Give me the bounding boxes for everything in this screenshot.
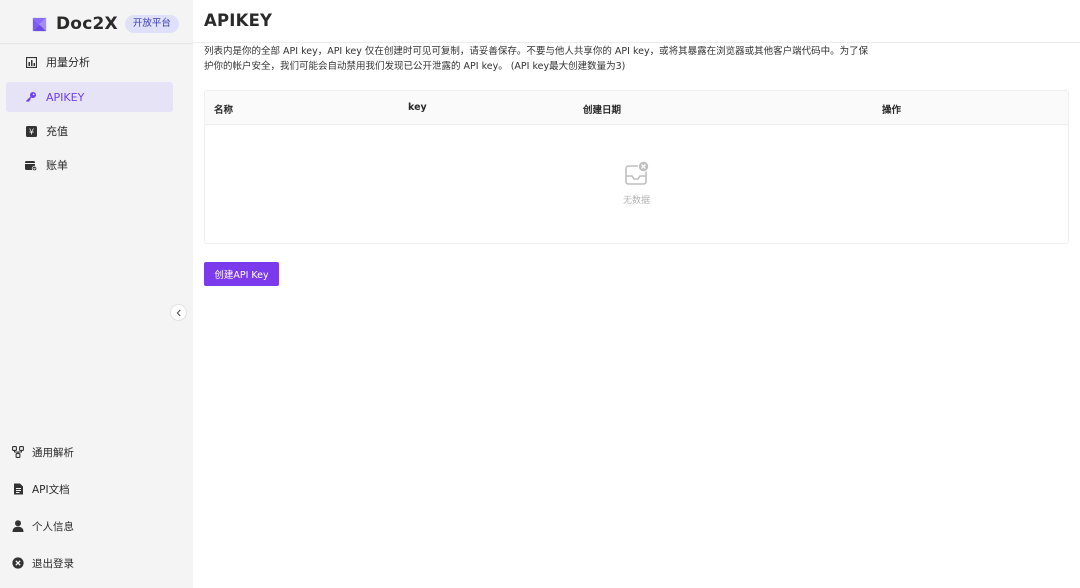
platform-badge: 开放平台 [124,15,179,33]
empty-state: 无数据 [205,125,1068,243]
sidebar-item-label: 账单 [46,159,68,172]
sidebar-item-api-docs[interactable]: API文档 [12,479,70,499]
collapse-sidebar-button[interactable] [170,304,187,321]
main-content: APIKEY 列表内是你的全部 API key，API key 仅在创建时可见可… [193,0,1080,588]
user-icon [12,520,24,532]
close-circle-icon [12,557,24,569]
doc2x-logo-icon [32,17,47,31]
wallet-icon [25,159,37,171]
create-api-key-button[interactable]: 创建API Key [204,262,279,286]
page-description: 列表内是你的全部 API key，API key 仅在创建时可见可复制，请妥善保… [204,44,904,74]
table-header: 名称 key 创建日期 操作 [205,91,1068,125]
empty-text: 无数据 [622,196,650,206]
sidebar-item-label: APIKEY [46,90,85,104]
sidebar-item-label: 充值 [46,125,68,138]
document-icon [12,483,24,495]
sidebar-item-profile[interactable]: 个人信息 [12,516,74,536]
sidebar-item-usage[interactable]: 用量分析 [6,47,173,77]
column-header-key: key [408,102,427,113]
logo[interactable]: Doc2X 开放平台 [30,13,179,35]
column-header-created-date: 创建日期 [583,105,622,116]
sidebar-item-label: 用量分析 [46,56,90,69]
apikey-table: 名称 key 创建日期 操作 无数据 [204,90,1069,244]
bar-chart-icon [25,56,37,68]
sidebar: Doc2X 开放平台 用量分析 APIKEY ¥ 充值 账单 通用解析 API文… [0,0,193,588]
sidebar-item-general-parse[interactable]: 通用解析 [12,442,74,462]
sidebar-item-label: API文档 [32,483,70,496]
column-header-actions: 操作 [882,105,902,116]
description-line: 护你的帐户安全，我们可能会自动禁用我们发现已公开泄露的 API key。 (AP… [204,61,626,72]
sidebar-item-logout[interactable]: 退出登录 [12,553,74,573]
sidebar-item-label: 个人信息 [32,520,74,533]
brand-name: Doc2X [56,14,118,34]
sidebar-item-recharge[interactable]: ¥ 充值 [6,116,173,146]
chevron-left-icon [176,309,181,316]
yen-icon: ¥ [25,125,37,137]
sidebar-item-label: 通用解析 [32,446,74,459]
key-icon [25,91,37,103]
column-header-name: 名称 [214,105,234,116]
empty-inbox-icon [624,160,649,185]
page-title: APIKEY [204,11,273,30]
flow-icon [12,446,24,458]
description-line: 列表内是你的全部 API key，API key 仅在创建时可见可复制，请妥善保… [204,46,869,57]
svg-text:¥: ¥ [28,127,33,136]
title-divider [193,42,1080,43]
sidebar-item-billing[interactable]: 账单 [6,150,173,180]
sidebar-item-label: 退出登录 [32,557,74,570]
sidebar-item-apikey[interactable]: APIKEY [6,82,173,112]
logo-divider [0,43,193,44]
